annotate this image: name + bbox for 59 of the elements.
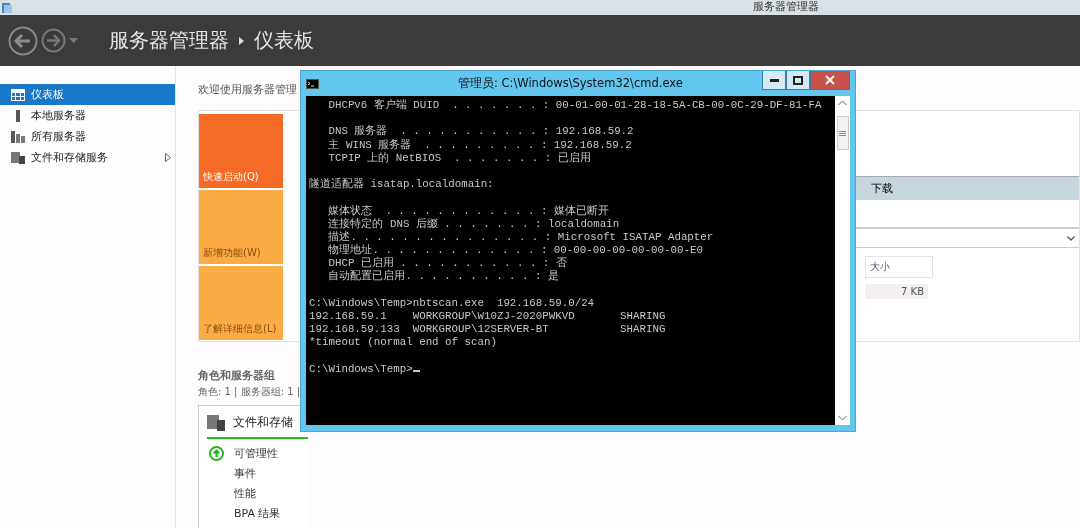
tile[interactable]: 新增功能(W) (199, 190, 283, 264)
folder-icon (207, 414, 225, 431)
console-line: 192.168.59.1 WORKGROUP\W10ZJ-2020PWKVD SHARING (309, 310, 667, 324)
scroll-up-icon[interactable] (838, 100, 847, 106)
forward-button[interactable] (41, 28, 66, 53)
servers-icon (11, 130, 25, 143)
grid-icon (11, 88, 25, 101)
back-button[interactable] (8, 25, 38, 56)
storage-icon (11, 151, 25, 164)
console-line: DHCPv6 客户端 DUID . . . . . . . : 00-01-00-01-28-18-5A-CB-00-0C-29-DF-81-FA (327, 99, 823, 113)
scroll-thumb[interactable] (836, 116, 849, 150)
console-line: 描述. . . . . . . . . . . . . . . : Microsoft ISATAP Adapter (327, 230, 715, 244)
welcome-heading: 欢迎使用服务器管理 (198, 82, 297, 97)
sidebar-item[interactable]: 所有服务器 (0, 126, 175, 147)
console-line: 自动配置已启用. . . . . . . . . . : 是 (327, 270, 560, 284)
card-row[interactable]: 性能 (207, 483, 308, 503)
console-line: 主 WINS 服务器 . . . . . . . . . : 192.168.59.2 (327, 138, 633, 152)
sidebar-item[interactable]: 本地服务器 (0, 105, 175, 126)
breadcrumb-item[interactable]: 服务器管理器 (109, 27, 229, 54)
console-line: 连接特定的 DNS 后缀 . . . . . . . : localdomain (327, 217, 621, 231)
minimize-button[interactable] (762, 71, 786, 90)
scroll-down-icon[interactable] (838, 415, 847, 421)
console-line: C:\Windows\Temp>nbtscan.exe 192.168.59.0/24 (309, 296, 596, 310)
console-line: DNS 服务器 . . . . . . . . . . . : 192.168.59.2 (327, 125, 635, 139)
window-title: 服务器管理器 (753, 0, 819, 13)
console-line: 媒体状态 . . . . . . . . . . . . : 媒体已断开 (327, 204, 610, 218)
console-icon (306, 78, 319, 89)
sidebar-item[interactable]: 仪表板 (0, 84, 175, 105)
window-title: 管理员: C:\Windows\System32\cmd.exe (458, 76, 683, 91)
card-row[interactable]: 事件 (207, 463, 308, 483)
card-row[interactable]: 可管理性 (207, 443, 308, 463)
console-line: 隧道适配器 isatap.localdomain: (309, 178, 495, 192)
expand-arrow-icon[interactable] (165, 153, 171, 162)
column-header[interactable]: 大小 (865, 256, 933, 278)
console-line: *timeout (normal end of scan) (309, 336, 498, 350)
card-title: 文件和存储 (233, 414, 293, 431)
roles-heading: 角色和服务器组 (198, 368, 275, 383)
roles-summary: 角色: 1 | 服务器组: 1 | (198, 385, 301, 399)
console-line: 物理地址. . . . . . . . . . . . . : 00-00-00-00-00-00-00-E0 (327, 244, 704, 257)
close-icon (825, 75, 835, 85)
maximize-icon (793, 75, 803, 85)
breadcrumb-separator-icon (239, 36, 244, 45)
caret-icon[interactable] (69, 38, 78, 43)
console-line: 192.168.59.133 WORKGROUP\12SERVER-BT SHARING (309, 323, 667, 337)
close-button[interactable] (810, 71, 850, 90)
chevron-icon (1067, 235, 1075, 241)
card-row[interactable]: BPA 结果 (207, 503, 308, 523)
sidebar-item[interactable]: 文件和存储服务 (0, 147, 175, 168)
table-cell: 7 KB (865, 284, 928, 299)
breadcrumb-item: 仪表板 (254, 27, 314, 54)
console-line: C:\Windows\Temp> (309, 362, 835, 376)
console-line: TCPIP 上的 NetBIOS . . . . . . . : 已启用 (327, 151, 592, 165)
scrollbar[interactable] (835, 96, 850, 425)
tile[interactable]: 了解详细信息(L) (199, 266, 283, 340)
app-icon (1, 1, 13, 14)
minimize-icon (769, 78, 779, 82)
console-line: DHCP 已启用 . . . . . . . . . . . : 否 (327, 257, 568, 270)
section-header: 下载 (855, 176, 1079, 200)
maximize-button[interactable] (786, 71, 810, 90)
